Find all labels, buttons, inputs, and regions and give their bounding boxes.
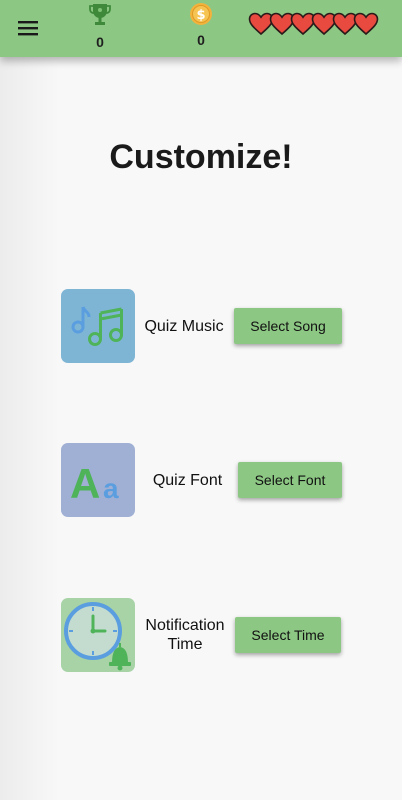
heart-icon	[353, 12, 379, 36]
quiz-music-label: Quiz Music	[144, 317, 224, 335]
clock-bell-icon	[61, 598, 135, 672]
font-aa-icon: A a	[61, 443, 135, 517]
top-app-bar: 0 $ 0	[0, 0, 402, 57]
svg-text:A: A	[70, 460, 100, 507]
notification-time-label: Notification Time	[137, 598, 233, 672]
notification-label-line1: Notification	[145, 617, 225, 634]
svg-text:$: $	[196, 8, 205, 23]
select-time-button[interactable]: Select Time	[235, 617, 341, 653]
quiz-font-row: A a Quiz Font Select Font	[0, 443, 402, 523]
coin-icon: $	[190, 3, 212, 25]
page-title: Customize!	[109, 138, 293, 176]
coin-counter: $ 0	[181, 2, 221, 48]
trophy-icon	[89, 4, 111, 25]
lives-hearts	[248, 12, 379, 38]
coin-count: 0	[197, 32, 205, 48]
quiz-music-row: Quiz Music Select Song	[0, 289, 402, 369]
select-song-button[interactable]: Select Song	[234, 308, 342, 344]
hamburger-menu-icon[interactable]	[14, 17, 42, 39]
music-notes-icon	[61, 289, 135, 363]
notification-label-line2: Time	[167, 636, 203, 653]
left-shadow	[0, 0, 60, 800]
trophy-counter: 0	[80, 2, 120, 50]
select-font-button[interactable]: Select Font	[238, 462, 342, 498]
svg-text:a: a	[103, 473, 119, 504]
notification-time-row: Notification Time Select Time	[0, 598, 402, 678]
quiz-font-label: Quiz Font	[152, 471, 223, 489]
trophy-count: 0	[96, 34, 104, 50]
